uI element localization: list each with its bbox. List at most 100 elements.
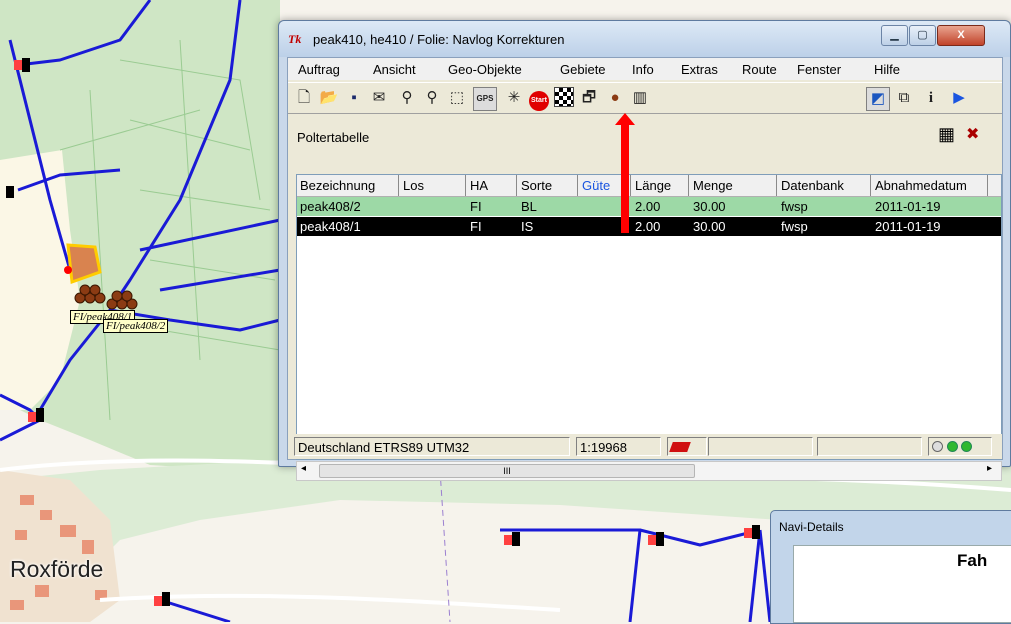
menu-info[interactable]: Info	[632, 62, 654, 77]
cell-menge: 30.00	[693, 199, 726, 214]
info-button[interactable]: i	[920, 87, 942, 109]
status-field-empty	[817, 437, 922, 456]
flag-button[interactable]	[553, 87, 575, 109]
start-button[interactable]: Start	[528, 87, 550, 111]
menu-gebiete[interactable]: Gebiete	[560, 62, 606, 77]
select-rect-button[interactable]: ⬚	[446, 87, 468, 109]
table-row-selected[interactable]: peak408/1 FI IS 2.00 30.00 fwsp 2011-01-…	[297, 217, 1001, 236]
scroll-left-icon[interactable]: ◂	[301, 463, 306, 474]
cell-laenge: 2.00	[635, 219, 661, 234]
cell-abnahmedatum: 2011-01-19	[875, 199, 941, 214]
close-icon: X	[957, 29, 965, 41]
close-button[interactable]: X	[937, 25, 985, 46]
cell-menge: 30.00	[693, 219, 726, 234]
envelope-icon: ✉	[372, 89, 386, 106]
status-bar: Deutschland ETRS89 UTM32 1:19968	[288, 434, 1002, 459]
new-icon: 🗋	[297, 89, 311, 106]
col-header[interactable]: Güte	[582, 178, 610, 193]
zoom-out-button[interactable]: ⚲	[421, 87, 443, 109]
maximize-icon: ▢	[917, 29, 928, 41]
menu-fenster[interactable]: Fenster	[797, 62, 841, 77]
window-client: Auftrag Ansicht Geo-Objekte Gebiete Info…	[287, 57, 1003, 481]
light-green-icon	[961, 441, 973, 452]
table-header: Bezeichnung Los HA Sorte Güte Länge Meng…	[297, 175, 1001, 197]
zoom-out-icon: ⚲	[426, 89, 438, 106]
cell-abnahmedatum: 2011-01-19	[875, 219, 941, 234]
crosshair-icon: ✳	[507, 89, 521, 106]
record-icon	[669, 442, 691, 452]
menu-bar: Auftrag Ansicht Geo-Objekte Gebiete Info…	[288, 58, 1002, 80]
col-header[interactable]: Länge	[635, 178, 671, 193]
col-header[interactable]: Los	[403, 178, 424, 193]
table-export-icon[interactable]: ▦	[938, 124, 955, 145]
window-title: peak410, he410 / Folie: Navlog Korrektur…	[313, 32, 565, 47]
gps-button[interactable]: GPS	[473, 87, 497, 111]
properties-button[interactable]: 🗗	[578, 87, 600, 109]
window-button[interactable]: ⧉	[893, 87, 915, 109]
start-icon: Start	[529, 91, 549, 111]
main-window: Tk peak410, he410 / Folie: Navlog Korrek…	[278, 20, 1011, 481]
col-header[interactable]: Sorte	[521, 178, 552, 193]
navi-text: Fah	[957, 551, 988, 570]
save-icon: ▪	[351, 89, 357, 106]
status-lights	[928, 437, 992, 456]
col-header[interactable]: HA	[470, 178, 488, 193]
crs-field: Deutschland ETRS89 UTM32	[294, 437, 570, 456]
play-button[interactable]: ▶	[948, 87, 970, 109]
properties-icon: 🗗	[581, 89, 597, 106]
col-header[interactable]: Abnahmedatum	[875, 178, 967, 193]
timber-pile-icon: ●	[610, 89, 620, 106]
menu-route[interactable]: Route	[742, 62, 777, 77]
scroll-grip: III	[503, 466, 511, 476]
cell-ha: FI	[470, 199, 482, 214]
info-icon: i	[928, 90, 934, 106]
col-header[interactable]: Datenbank	[781, 178, 844, 193]
menu-geo-objekte[interactable]: Geo-Objekte	[448, 62, 522, 77]
gps-icon: GPS	[476, 94, 494, 103]
pin-icon[interactable]: ✖	[966, 124, 979, 144]
barcode-icon: ▥	[632, 89, 648, 106]
new-button[interactable]: 🗋	[293, 87, 315, 109]
open-folder-icon: 📂	[319, 89, 339, 106]
timber-button[interactable]: ●	[604, 87, 626, 109]
horizontal-scrollbar[interactable]: ◂ III ▸	[296, 461, 1002, 481]
polter-panel: Poltertabelle ▦ ✖ Bezeichnung Los HA Sor…	[288, 113, 1002, 481]
envelope-button[interactable]: ✉	[368, 87, 390, 109]
zoom-in-button[interactable]: ⚲	[396, 87, 418, 109]
maximize-button[interactable]: ▢	[909, 25, 936, 46]
select-rect-icon: ⬚	[449, 89, 465, 106]
navi-details-window[interactable]: Navi-Details Fah	[770, 510, 1011, 624]
col-header[interactable]: Menge	[693, 178, 733, 193]
cell-laenge: 2.00	[635, 199, 661, 214]
window-icon: ⧉	[898, 89, 910, 106]
col-header[interactable]: Bezeichnung	[300, 178, 375, 193]
menu-extras[interactable]: Extras	[681, 62, 718, 77]
place-name: Roxförde	[10, 556, 104, 582]
layer-button[interactable]: ◩	[866, 87, 890, 111]
save-button[interactable]: ▪	[343, 87, 365, 109]
minimize-button[interactable]: ▁	[881, 25, 908, 46]
light-off-icon	[932, 441, 943, 452]
title-bar[interactable]: Tk peak410, he410 / Folie: Navlog Korrek…	[279, 21, 1010, 57]
scroll-right-icon[interactable]: ▸	[987, 463, 992, 474]
scroll-thumb[interactable]: III	[319, 464, 695, 478]
zoom-in-icon: ⚲	[401, 89, 413, 106]
annotation-arrow	[621, 123, 629, 233]
menu-auftrag[interactable]: Auftrag	[298, 62, 340, 77]
annotation-arrow-head	[615, 113, 635, 125]
polter-table[interactable]: Bezeichnung Los HA Sorte Güte Länge Meng…	[296, 113, 1002, 460]
cell-bezeichnung: peak408/2	[300, 199, 361, 214]
scale-field[interactable]: 1:19968	[576, 437, 661, 456]
menu-ansicht[interactable]: Ansicht	[373, 62, 416, 77]
crosshair-button[interactable]: ✳	[503, 87, 525, 109]
barcode-button[interactable]: ▥	[629, 87, 651, 109]
open-button[interactable]: 📂	[318, 87, 340, 109]
cell-datenbank: fwsp	[781, 219, 808, 234]
status-field-empty	[708, 437, 813, 456]
map-label-pile-2[interactable]: FI/peak408/2	[103, 319, 169, 333]
cell-ha: FI	[470, 219, 482, 234]
record-indicator	[667, 437, 707, 456]
play-icon: ▶	[953, 89, 965, 106]
menu-hilfe[interactable]: Hilfe	[874, 62, 900, 77]
table-row[interactable]: peak408/2 FI BL 2.00 30.00 fwsp 2011-01-…	[297, 197, 1001, 216]
